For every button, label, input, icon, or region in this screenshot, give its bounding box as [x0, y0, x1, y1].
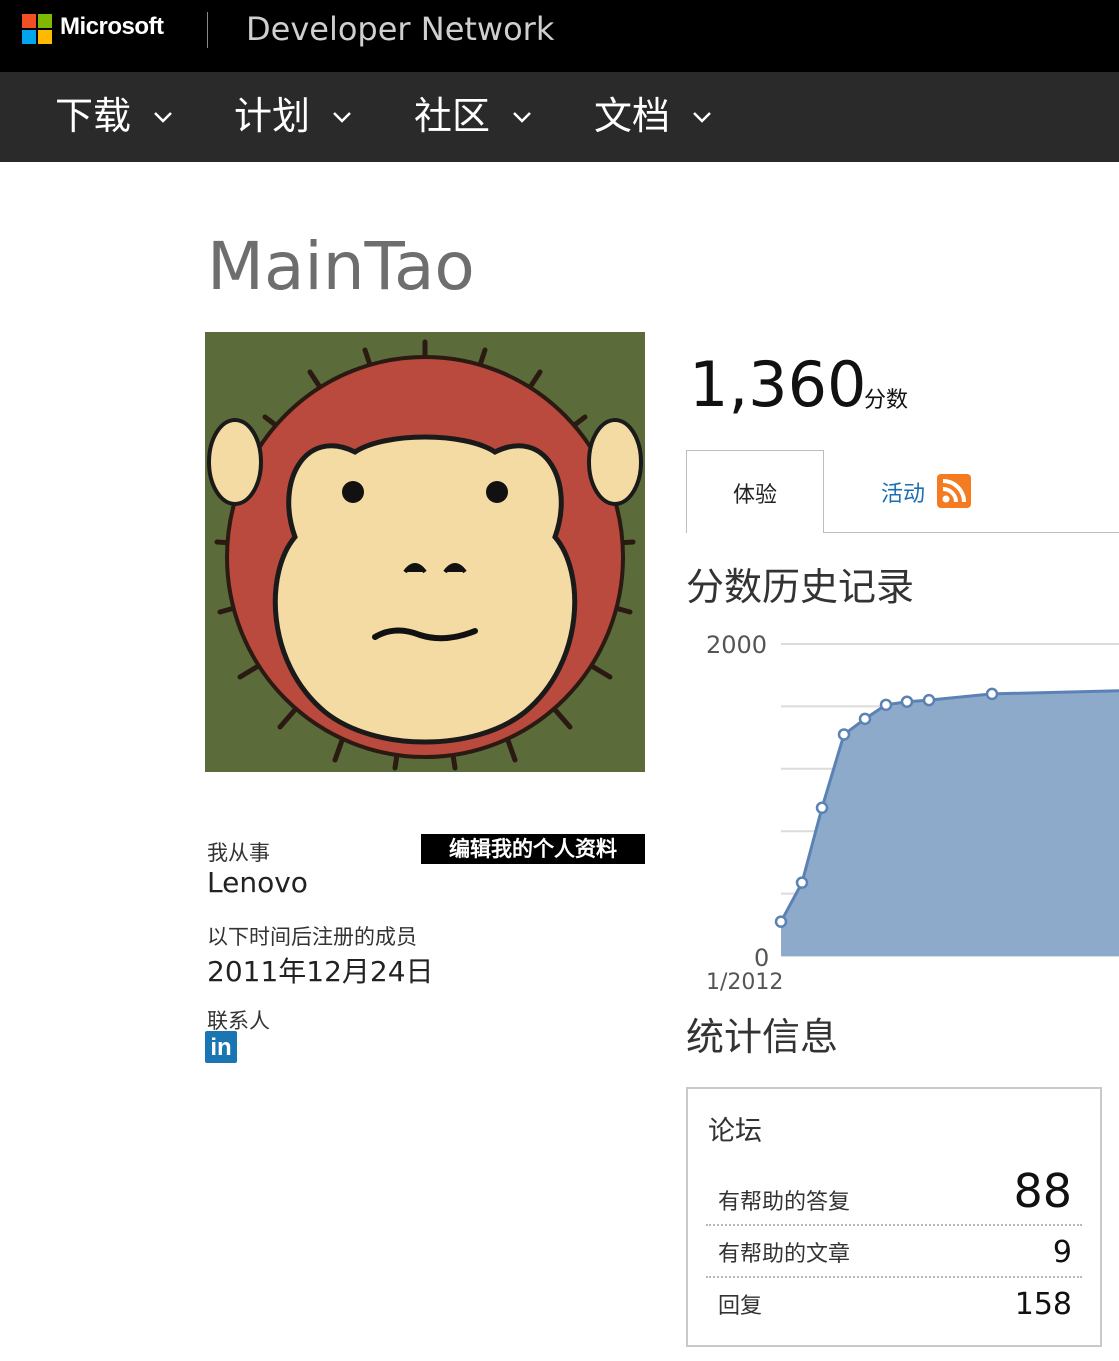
top-header: Microsoft Developer Network	[0, 0, 1119, 72]
tab-experience[interactable]: 体验	[686, 450, 824, 533]
site-name-link[interactable]: Developer Network	[246, 10, 554, 48]
microsoft-logo-icon[interactable]	[22, 14, 52, 44]
chart-data-point	[879, 698, 893, 712]
stat-value: 158	[1014, 1287, 1072, 1322]
microsoft-brand-text[interactable]: Microsoft	[60, 13, 164, 41]
nav-item-label: 下载	[55, 94, 132, 138]
member-since-value: 2011年12月24日	[207, 955, 434, 988]
tab-experience-label: 体验	[732, 483, 777, 508]
points-history-title: 分数历史记录	[686, 565, 915, 609]
chart-series-area	[781, 690, 1119, 956]
nav-item-label: 计划	[234, 94, 311, 138]
header-divider	[207, 12, 208, 48]
rss-feed-icon[interactable]	[937, 474, 971, 508]
stat-row-helpful-articles: 有帮助的文章 9	[706, 1224, 1082, 1278]
chart-x-tick-label: 1/2012	[706, 970, 783, 995]
stat-label: 回复	[718, 1294, 763, 1319]
chevron-down-icon	[513, 112, 531, 123]
chevron-down-icon	[154, 112, 172, 123]
chart-data-point	[900, 695, 914, 708]
points-history-chart: 2000 01/2012	[706, 631, 1119, 995]
chevron-down-icon	[693, 112, 711, 123]
nav-item-programs[interactable]: 计划	[234, 88, 364, 144]
forum-stats-panel: 论坛 有帮助的答复 88 有帮助的文章 9 回复 158	[686, 1087, 1102, 1347]
stat-value: 9	[1052, 1235, 1072, 1270]
points-label: 分数	[864, 388, 909, 413]
nav-item-community[interactable]: 社区	[414, 88, 544, 144]
nav-item-docs[interactable]: 文档	[594, 88, 724, 144]
linkedin-icon[interactable]: in	[205, 1031, 237, 1063]
stat-label: 有帮助的文章	[718, 1242, 851, 1267]
nav-item-label: 社区	[414, 94, 491, 138]
stat-row-helpful-answers: 有帮助的答复 88	[706, 1164, 1082, 1226]
chart-data-point	[837, 728, 851, 741]
stat-value: 88	[1013, 1164, 1072, 1218]
chart-data-point	[774, 915, 788, 928]
chevron-down-icon	[333, 112, 351, 123]
works-at-label: 我从事	[207, 841, 270, 865]
tab-activity[interactable]: 活动	[881, 476, 925, 508]
profile-name: MainTao	[207, 228, 475, 305]
chart-data-point	[815, 801, 829, 815]
chart-data-point	[795, 876, 809, 889]
avatar	[205, 332, 645, 772]
main-nav: 下载 计划 社区 文档	[0, 72, 1119, 162]
member-since-label: 以下时间后注册的成员	[207, 925, 417, 949]
chart-data-point	[922, 693, 936, 707]
nav-item-downloads[interactable]: 下载	[55, 88, 185, 144]
chart-y-tick-label: 0	[754, 944, 769, 972]
forum-title: 论坛	[708, 1116, 762, 1147]
chart-data-point	[858, 712, 872, 726]
edit-profile-button[interactable]: 编辑我的个人资料	[421, 834, 645, 864]
chart-data-point	[985, 687, 999, 701]
chart-y-tick-label: 2000	[706, 631, 767, 659]
stat-label: 有帮助的答复	[718, 1190, 851, 1215]
statistics-title: 统计信息	[686, 1015, 839, 1059]
points-value: 1,360	[689, 348, 867, 421]
nav-item-label: 文档	[594, 94, 671, 138]
stat-row-replies: 回复 158	[706, 1276, 1082, 1328]
works-at-value: Lenovo	[207, 866, 308, 899]
